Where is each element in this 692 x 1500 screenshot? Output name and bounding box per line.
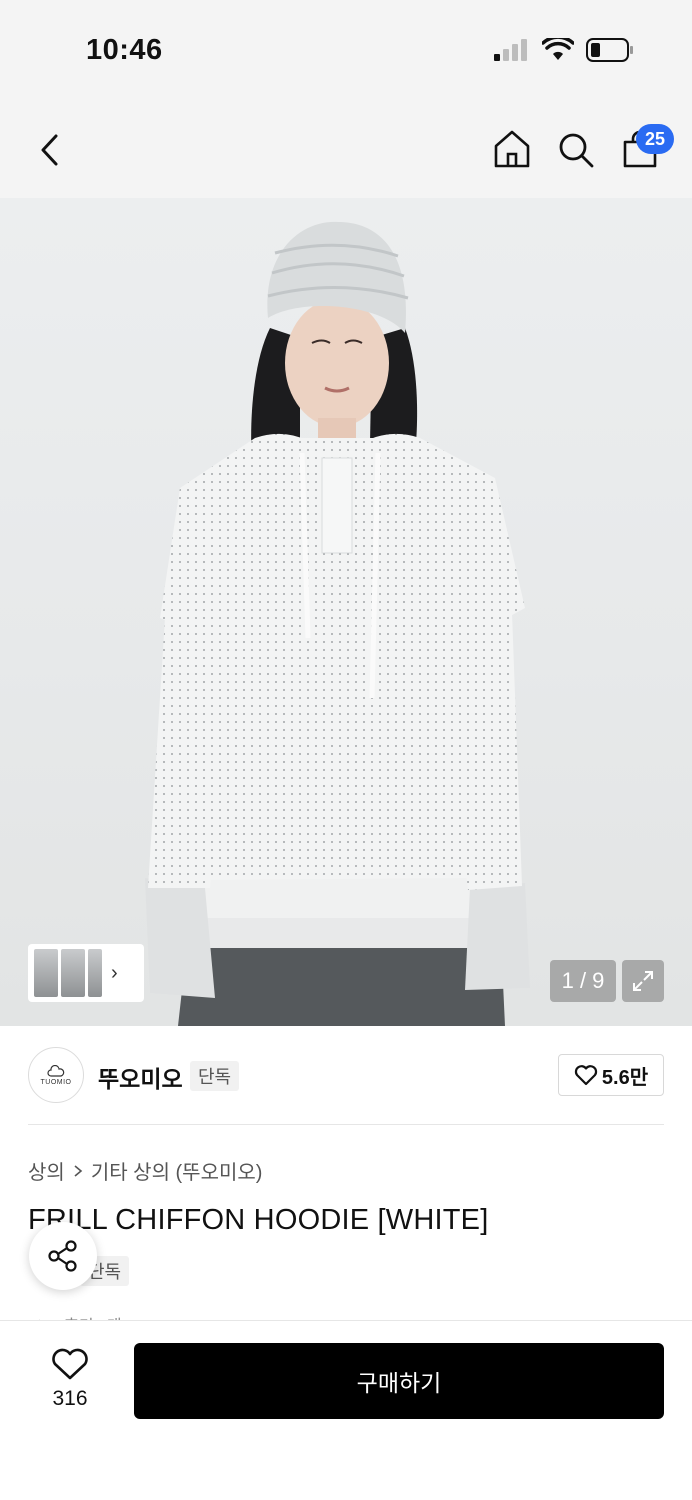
review-summary: ★ 5 후기 2개 (32, 1312, 122, 1320)
cloud-icon (47, 1064, 65, 1077)
expand-icon (633, 971, 653, 991)
home-icon[interactable] (492, 128, 532, 170)
brand-row: TUOMIO 뚜오미오 단독 5.6만 (0, 1026, 692, 1126)
brand-like-count: 5.6만 (601, 1066, 649, 1089)
brand-logo-text: TUOMIO (40, 1078, 72, 1086)
divider (28, 1124, 664, 1125)
search-icon[interactable] (556, 130, 596, 170)
breadcrumb-item[interactable]: 기타 상의 (뚜오미오) (91, 1156, 263, 1185)
chevron-right-icon[interactable]: › (111, 962, 118, 985)
brand-logo[interactable]: TUOMIO (28, 1047, 84, 1103)
status-bar: 10:46 (0, 0, 692, 100)
product-image[interactable] (0, 198, 692, 1026)
wishlist-count: 316 (52, 1387, 88, 1410)
thumbnail[interactable] (61, 949, 85, 997)
wifi-icon (542, 38, 574, 60)
breadcrumb-item[interactable]: 상의 (28, 1156, 65, 1185)
heart-icon (52, 1348, 88, 1380)
wishlist-button[interactable]: 316 (38, 1347, 102, 1411)
breadcrumb: 상의 기타 상의 (뚜오미오) (28, 1156, 262, 1185)
expand-button[interactable] (622, 960, 664, 1002)
product-photo (145, 221, 530, 1026)
brand-name[interactable]: 뚜오미오 (98, 1060, 183, 1094)
battery-icon (586, 38, 633, 62)
image-counter: 1 / 9 (550, 960, 616, 1002)
cart-count-badge: 25 (636, 124, 674, 154)
signal-icon (494, 39, 527, 61)
bottom-action-bar: 316 구매하기 (0, 1320, 692, 1500)
thumbnail[interactable] (88, 949, 102, 997)
status-time: 10:46 (86, 34, 163, 66)
brand-like-button[interactable]: 5.6만 (558, 1054, 664, 1096)
heart-icon (574, 1065, 598, 1086)
exclusive-tag: 단독 (190, 1061, 240, 1091)
product-title: FRILL CHIFFON HOODIE [WHITE] (28, 1204, 489, 1236)
thumbnail[interactable] (34, 949, 58, 997)
chevron-right-icon (74, 1164, 83, 1177)
buy-button[interactable]: 구매하기 (134, 1343, 664, 1419)
share-icon (48, 1240, 77, 1272)
share-button[interactable] (29, 1222, 97, 1290)
back-arrow-icon[interactable] (34, 130, 66, 170)
thumbnail-strip[interactable]: › (28, 944, 144, 1002)
status-icons (494, 38, 634, 62)
